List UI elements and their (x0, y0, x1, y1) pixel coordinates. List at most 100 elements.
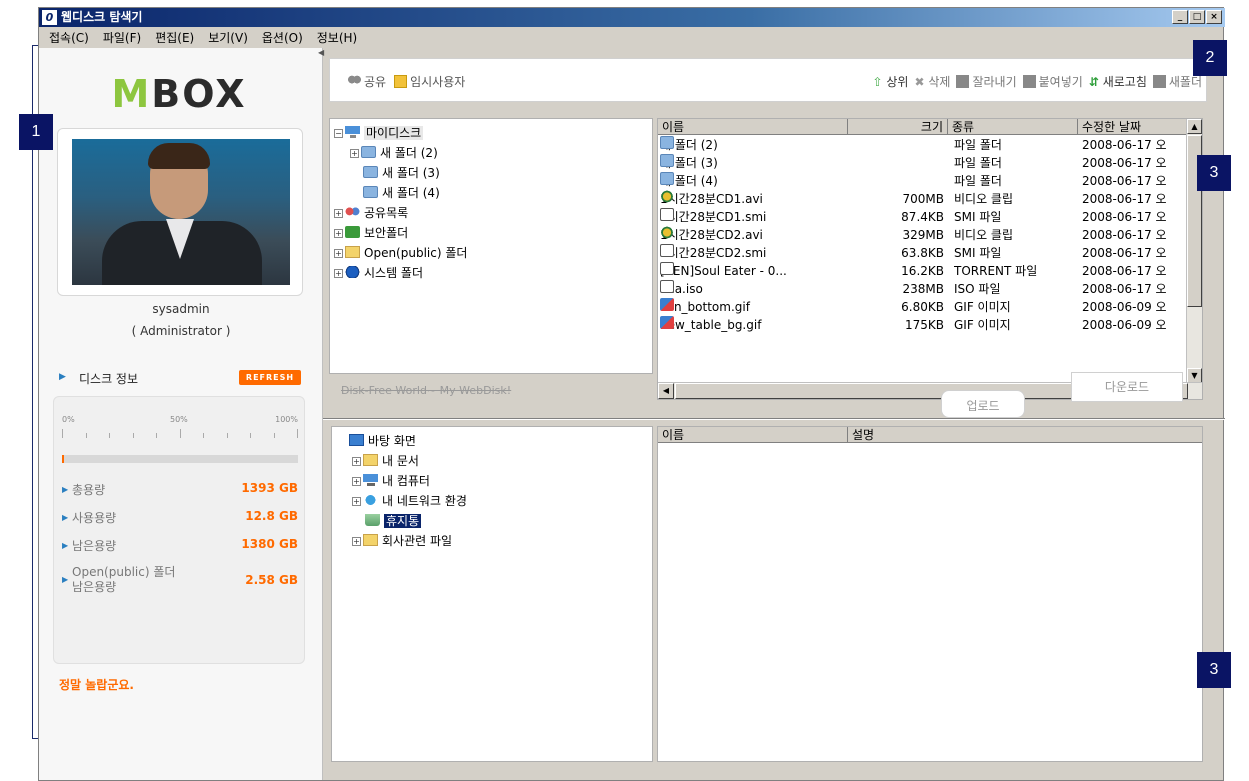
close-button[interactable]: × (1206, 10, 1222, 24)
menu-bar: 접속(C) 파일(F) 편집(E) 보기(V) 옵션(O) 정보(H) (39, 27, 1225, 47)
cell-type: ISO 파일 (954, 282, 1001, 296)
tree-item[interactable]: + 새 폴더 (2) (334, 143, 467, 163)
net-icon (363, 494, 378, 506)
cut-button[interactable]: 잘라내기 (956, 73, 1017, 90)
table-row[interactable]: 1시간28분CD1.avi 700MB 비디오 클립 2008-06-17 오 (658, 190, 1186, 208)
maximize-button[interactable]: □ (1189, 10, 1205, 24)
webdisk-explorer-window: 0 웹디스크 탐색기 _ □ × 접속(C) 파일(F) 편집(E) 보기(V)… (38, 7, 1225, 781)
tree-item-label: 새 폴더 (3) (382, 166, 440, 180)
new-folder-icon (1152, 75, 1166, 88)
table-row[interactable]: 새 폴더 (3) 파일 폴더 2008-06-17 오 (658, 154, 1186, 172)
tree-item[interactable]: 휴지통 (336, 511, 467, 531)
tree-item-label: 휴지통 (384, 514, 422, 528)
delete-button[interactable]: ✖ 삭제 (914, 73, 950, 90)
remote-folder-tree: − 마이디스크 + 새 폴더 (2) 새 폴더 (3) 새 폴더 (4) + 공유목록 + 보안폴… (329, 118, 653, 374)
pub-icon (345, 246, 360, 258)
minimize-button[interactable]: _ (1172, 10, 1188, 24)
expand-icon[interactable]: + (334, 249, 343, 258)
tree-item[interactable]: + 내 컴퓨터 (336, 471, 467, 491)
local-col-desc[interactable]: 설명 (848, 427, 1202, 443)
col-type[interactable]: 종류 (948, 119, 1078, 135)
table-row[interactable]: aaa.iso 238MB ISO 파일 2008-06-17 오 (658, 280, 1186, 298)
expand-icon[interactable]: + (352, 457, 361, 466)
temp-user-icon (394, 75, 408, 88)
table-row[interactable]: 새 폴더 (2) 파일 폴더 2008-06-17 오 (658, 136, 1186, 154)
col-name[interactable]: 이름 (658, 119, 848, 135)
tree-item[interactable]: 바탕 화면 (336, 431, 467, 451)
table-row[interactable]: 1시간28분CD2.smi 63.8KB SMI 파일 2008-06-17 오 (658, 244, 1186, 262)
share-button[interactable]: 공유 (348, 73, 386, 90)
scroll-up-icon[interactable]: ▲ (1187, 119, 1202, 134)
temp-user-button[interactable]: 임시사용자 (394, 73, 465, 90)
title-bar[interactable]: 0 웹디스크 탐색기 _ □ × (39, 8, 1225, 27)
expand-icon[interactable]: + (334, 269, 343, 278)
cell-date: 2008-06-17 오 (1082, 282, 1167, 296)
scroll-down-icon[interactable]: ▼ (1187, 368, 1202, 383)
table-row[interactable]: 1시간28분CD1.smi 87.4KB SMI 파일 2008-06-17 오 (658, 208, 1186, 226)
table-row[interactable]: con_bottom.gif 6.80KB GIF 이미지 2008-06-09 오 (658, 298, 1186, 316)
menu-connect[interactable]: 접속(C) (49, 29, 89, 46)
usage-scale: 0% 50% 100% (62, 415, 298, 445)
download-button[interactable]: 다운로드 (1071, 372, 1183, 402)
expand-icon[interactable]: + (352, 537, 361, 546)
share-icon (348, 75, 361, 88)
table-row[interactable]: new_table_bg.gif 175KB GIF 이미지 2008-06-09 오 (658, 316, 1186, 334)
table-row[interactable]: [AEN]Soul Eater - 0... 16.2KB TORRENT 파일 20… (658, 262, 1186, 280)
tree-item[interactable]: − 마이디스크 (334, 123, 467, 143)
tree-item[interactable]: + 보안폴더 (334, 223, 467, 243)
remote-file-list: 이름 크기 종류 수정한 날짜 새 폴더 (2) 파일 폴더 2008-06-17 … (657, 118, 1203, 400)
tree-item[interactable]: + 내 네트워크 환경 (336, 491, 467, 511)
table-row[interactable]: 1시간28분CD2.avi 329MB 비디오 클립 2008-06-17 오 (658, 226, 1186, 244)
expand-icon[interactable]: + (352, 497, 361, 506)
expand-icon[interactable]: + (334, 209, 343, 218)
window-controls: _ □ × (1172, 10, 1222, 24)
table-row[interactable]: 새 폴더 (4) 파일 폴더 2008-06-17 오 (658, 172, 1186, 190)
tree-item-label: 새 폴더 (2) (380, 146, 438, 160)
status-line: Disk-Free World~ My WebDisk! (341, 384, 512, 397)
img-file-icon (660, 316, 674, 329)
txt-file-icon (660, 244, 674, 257)
cell-name: new_table_bg.gif (660, 316, 762, 332)
disk-refresh-button[interactable]: REFRESH (239, 370, 301, 385)
cell-type: 비디오 클립 (954, 192, 1014, 206)
col-date[interactable]: 수정한 날짜 (1078, 119, 1186, 135)
stat-used: ▶ 사용용량 12.8 GB (62, 509, 298, 525)
tree-item[interactable]: + 회사관련 파일 (336, 531, 467, 551)
cell-type: 파일 폴더 (954, 138, 1002, 152)
expand-icon[interactable]: + (334, 229, 343, 238)
menu-options[interactable]: 옵션(O) (262, 29, 303, 46)
tree-item[interactable]: + 내 문서 (336, 451, 467, 471)
local-col-name[interactable]: 이름 (658, 427, 848, 443)
refresh-button[interactable]: ⇵ 새로고침 (1089, 73, 1147, 90)
tree-item[interactable]: 새 폴더 (3) (334, 163, 467, 183)
tree-item[interactable]: 새 폴더 (4) (334, 183, 467, 203)
col-size[interactable]: 크기 (848, 119, 948, 135)
menu-info[interactable]: 정보(H) (317, 29, 357, 46)
cell-date: 2008-06-09 오 (1082, 318, 1167, 332)
expand-icon[interactable]: + (350, 149, 359, 158)
menu-view[interactable]: 보기(V) (208, 29, 248, 46)
cell-type: GIF 이미지 (954, 300, 1011, 314)
annotation-badge-4: 3 (1197, 652, 1231, 688)
tree-item[interactable]: + 공유목록 (334, 203, 467, 223)
tree-item[interactable]: + 시스템 폴더 (334, 263, 467, 283)
cell-size: 238MB (902, 282, 945, 296)
upload-button[interactable]: 업로드 (941, 390, 1025, 418)
menu-edit[interactable]: 편집(E) (155, 29, 194, 46)
arrow-icon: ▶ (62, 513, 69, 522)
paste-button[interactable]: 붙여넣기 (1022, 73, 1083, 90)
collapse-icon[interactable]: − (334, 129, 343, 138)
tree-item[interactable]: + Open(public) 폴더 (334, 243, 467, 263)
up-button[interactable]: ⇧ 상위 (873, 73, 909, 90)
expand-icon[interactable]: + (352, 477, 361, 486)
cell-name: 1시간28분CD1.avi (660, 190, 763, 206)
menu-file[interactable]: 파일(F) (103, 29, 141, 46)
window-title: 웹디스크 탐색기 (61, 10, 143, 24)
folder-file-icon (660, 172, 674, 185)
fold-icon (363, 166, 378, 178)
local-list-header: 이름 설명 (658, 427, 1202, 443)
splitter[interactable] (323, 418, 1225, 420)
usage-bar-fill (62, 455, 65, 463)
collapse-panel-icon[interactable]: ◀ (318, 48, 326, 58)
arrow-icon: ▶ (62, 575, 69, 584)
